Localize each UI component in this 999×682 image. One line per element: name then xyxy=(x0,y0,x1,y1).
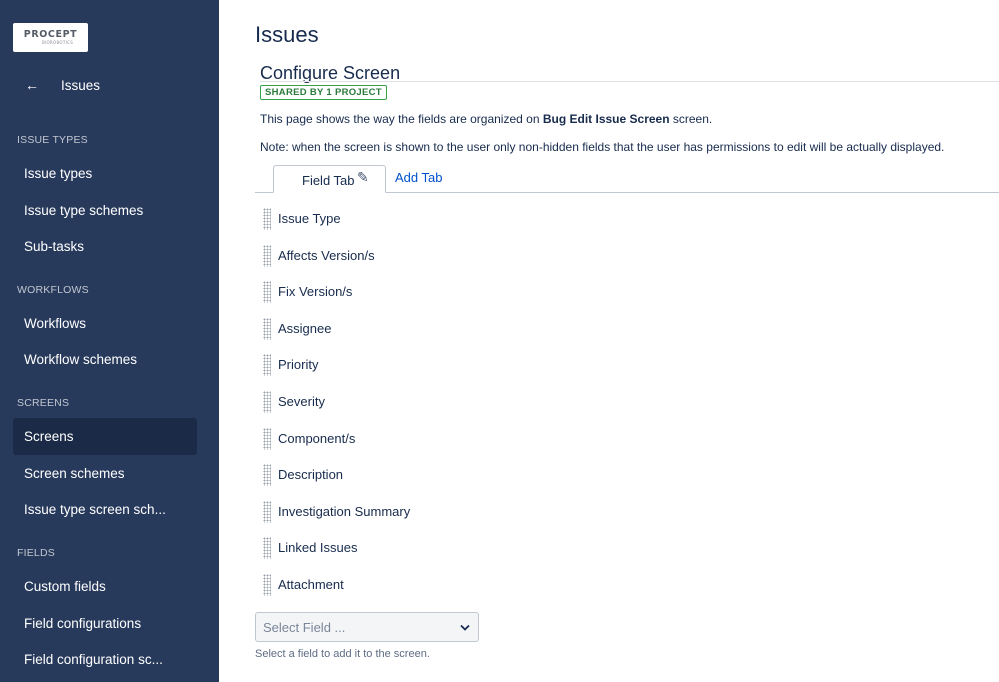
back-to-issues-link[interactable]: ← Issues xyxy=(0,68,219,104)
sidebar-item-field-configurations[interactable]: Field configurations xyxy=(13,605,197,642)
sidebar-item-label: Screen schemes xyxy=(24,466,125,481)
drag-handle-icon[interactable] xyxy=(263,208,271,230)
drag-handle-icon[interactable] xyxy=(263,574,271,596)
page-title: Issues xyxy=(255,22,319,47)
sidebar-item-custom-fields[interactable]: Custom fields xyxy=(13,568,197,605)
description-prefix: This page shows the way the fields are o… xyxy=(260,112,543,126)
field-row[interactable]: Priority xyxy=(262,351,562,379)
section-heading-screens: SCREENS xyxy=(17,397,70,409)
field-label: Description xyxy=(278,467,344,482)
field-row[interactable]: Attachment xyxy=(262,571,562,599)
drag-handle-icon[interactable] xyxy=(263,391,271,413)
field-row[interactable]: Issue Type xyxy=(262,205,562,233)
field-label: Affects Version/s xyxy=(278,248,375,263)
divider xyxy=(260,81,999,82)
screen-name: Bug Edit Issue Screen xyxy=(542,112,670,126)
screen-description: This page shows the way the fields are o… xyxy=(260,112,712,126)
sidebar-item-label: Field configuration sc... xyxy=(24,652,163,667)
field-label: Linked Issues xyxy=(278,540,358,555)
field-row[interactable]: Assignee xyxy=(262,315,562,343)
field-label: Investigation Summary xyxy=(278,504,411,519)
sidebar-item-label: Workflows xyxy=(24,316,87,331)
sidebar-item-issue-types[interactable]: Issue types xyxy=(13,155,197,192)
drag-handle-icon[interactable] xyxy=(263,464,271,486)
sidebar-item-field-configuration-schemes[interactable]: Field configuration sc... xyxy=(13,641,197,678)
logo-sub-text: BIOROBOTICS xyxy=(41,40,74,45)
tab-field-tab[interactable]: Field Tab ✎ xyxy=(273,165,386,193)
drag-handle-icon[interactable] xyxy=(263,428,271,450)
add-tab-link[interactable]: Add Tab xyxy=(395,170,442,185)
sidebar-item-screen-schemes[interactable]: Screen schemes xyxy=(13,455,197,492)
back-label: Issues xyxy=(61,78,101,93)
pencil-icon[interactable]: ✎ xyxy=(357,169,369,186)
arrow-left-icon: ← xyxy=(25,77,39,93)
drag-handle-icon[interactable] xyxy=(263,281,271,303)
logo-main-text: PROCEPT xyxy=(23,29,78,40)
sidebar-item-screens[interactable]: Screens xyxy=(13,418,197,455)
field-row[interactable]: Affects Version/s xyxy=(262,242,562,270)
select-field-hint: Select a field to add it to the screen. xyxy=(255,648,430,660)
sidebar-item-label: Field configurations xyxy=(24,616,142,631)
sidebar-item-label: Issue type schemes xyxy=(24,203,144,218)
company-logo[interactable]: PROCEPT BIOROBOTICS xyxy=(13,23,88,52)
shared-projects-badge[interactable]: SHARED BY 1 PROJECT xyxy=(260,85,387,100)
drag-handle-icon[interactable] xyxy=(263,245,271,267)
field-row[interactable]: Description xyxy=(262,461,562,489)
sidebar-item-workflows[interactable]: Workflows xyxy=(13,305,197,342)
sidebar-item-label: Issue type screen sch... xyxy=(24,502,166,517)
sidebar-item-label: Issue types xyxy=(24,166,93,181)
sidebar-item-label: Workflow schemes xyxy=(24,352,138,367)
drag-handle-icon[interactable] xyxy=(263,501,271,523)
select-field-dropdown[interactable]: Select Field ... xyxy=(255,612,479,642)
select-field-placeholder: Select Field ... xyxy=(263,620,346,635)
field-row[interactable]: Component/s xyxy=(262,425,562,453)
sidebar-item-sub-tasks[interactable]: Sub-tasks xyxy=(13,228,197,265)
field-label: Priority xyxy=(278,357,319,372)
sidebar-item-issue-type-screen-schemes[interactable]: Issue type screen sch... xyxy=(13,491,197,528)
section-heading-workflows: WORKFLOWS xyxy=(17,284,89,296)
sidebar-item-label: Custom fields xyxy=(24,579,106,594)
sidebar-item-workflow-schemes[interactable]: Workflow schemes xyxy=(13,341,197,378)
drag-handle-icon[interactable] xyxy=(263,354,271,376)
field-label: Fix Version/s xyxy=(278,284,353,299)
sidebar-item-issue-type-schemes[interactable]: Issue type schemes xyxy=(13,192,197,229)
field-label: Issue Type xyxy=(278,211,341,226)
drag-handle-icon[interactable] xyxy=(263,537,271,559)
field-row[interactable]: Investigation Summary xyxy=(262,498,562,526)
sidebar: PROCEPT BIOROBOTICS ← Issues ISSUE TYPES… xyxy=(0,0,219,682)
permissions-note: Note: when the screen is shown to the us… xyxy=(260,140,945,154)
field-row[interactable]: Fix Version/s xyxy=(262,278,562,306)
field-label: Assignee xyxy=(278,321,332,336)
tab-label: Field Tab xyxy=(302,173,355,188)
sidebar-item-label: Screens xyxy=(24,429,74,444)
sidebar-item-label: Sub-tasks xyxy=(24,239,85,254)
field-label: Attachment xyxy=(278,577,344,592)
section-heading-issue-types: ISSUE TYPES xyxy=(17,134,88,146)
chevron-down-icon xyxy=(460,624,470,631)
description-suffix: screen. xyxy=(669,112,713,126)
drag-handle-icon[interactable] xyxy=(263,318,271,340)
field-row[interactable]: Severity xyxy=(262,388,562,416)
section-heading-fields: FIELDS xyxy=(17,547,55,559)
field-label: Severity xyxy=(278,394,325,409)
field-label: Component/s xyxy=(278,431,356,446)
field-row[interactable]: Linked Issues xyxy=(262,534,562,562)
